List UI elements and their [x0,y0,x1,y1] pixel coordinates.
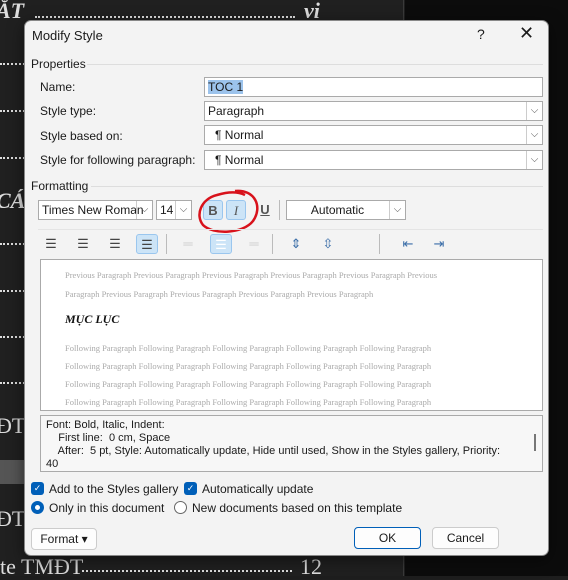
bg-text: ĐT [0,413,26,438]
font-color-select[interactable]: Automatic ⌵ [286,200,406,220]
style-preview: Previous Paragraph Previous Paragraph Pr… [40,259,543,411]
size-value: 14 [160,203,174,217]
bg-dots [0,336,25,338]
chevron-down-icon: ⌵ [526,151,542,169]
based-on-label: Style based on: [40,129,123,143]
name-value: TOC 1 [208,80,244,94]
following-select[interactable]: ¶ Normal ⌵ [204,150,543,170]
following-paragraph: Following Paragraph Following Paragraph … [65,343,432,353]
chevron-down-icon: ⌵ [175,201,191,219]
bg-text: CÁ [0,188,26,213]
close-button[interactable]: ✕ [519,23,534,44]
decrease-paragraph-spacing-icon[interactable]: ⇳ [317,234,339,254]
justify-icon[interactable]: ☰ [136,234,158,254]
separator [379,234,380,254]
following-label: Style for following paragraph: [40,153,196,167]
decrease-indent-icon[interactable]: ⇤ [397,234,419,254]
chevron-down-icon: ⌵ [389,201,405,219]
double-spacing-icon[interactable]: ═ [243,234,265,254]
font-color-value: Automatic [310,203,365,217]
auto-update-checkbox[interactable]: ✓ [184,482,197,495]
add-gallery-label: Add to the Styles gallery [49,482,179,496]
formatting-heading: Formatting [31,179,89,193]
name-label: Name: [40,80,76,94]
bg-dots [0,382,25,384]
separator [272,234,273,254]
description-line: 40 [46,458,59,470]
bg-dots [0,110,25,112]
increase-paragraph-spacing-icon[interactable]: ⇕ [285,234,307,254]
chevron-down-icon: ⌵ [526,102,542,120]
previous-paragraph: Paragraph Previous Paragraph Previous Pa… [65,289,374,299]
font-select[interactable]: Times New Roman ⌵ [38,200,153,220]
only-doc-label: Only in this document [49,501,165,515]
format-button[interactable]: Format ▾ [31,528,97,550]
style-type-label: Style type: [40,104,97,118]
properties-heading: Properties [31,57,86,71]
following-value: ¶ Normal [215,153,264,167]
separator [166,234,167,254]
help-button[interactable]: ? [477,26,485,42]
cancel-button[interactable]: Cancel [432,527,499,549]
bg-text: te TMĐT [0,554,84,579]
following-paragraph: Following Paragraph Following Paragraph … [65,361,432,371]
previous-paragraph: Previous Paragraph Previous Paragraph Pr… [65,270,438,280]
bg-dots [35,16,295,18]
sample-text: MỤC LỤC [65,312,120,326]
separator [279,200,280,220]
modify-style-dialog: Modify Style ? ✕ Properties Name: TOC 1 … [24,20,549,556]
bg-dots [82,570,292,572]
single-spacing-icon[interactable]: ═ [177,234,199,254]
chevron-down-icon: ⌵ [136,201,152,219]
description-line: First line: 0 cm, Space [46,432,171,444]
based-on-select[interactable]: ¶ Normal ⌵ [204,125,543,145]
description-line: Font: Bold, Italic, Indent: [46,419,165,431]
dialog-title: Modify Style [32,28,103,43]
following-paragraph: Following Paragraph Following Paragraph … [65,397,432,407]
increase-indent-icon[interactable]: ⇥ [428,234,450,254]
based-on-value: ¶ Normal [215,128,264,142]
name-input[interactable]: TOC 1 [204,77,543,97]
bg-heading-text: ẮT [0,0,25,23]
font-value: Times New Roman [42,203,144,217]
align-right-icon[interactable]: ☰ [104,234,126,254]
style-description: Font: Bold, Italic, Indent: First line: … [40,415,543,472]
bg-highlight [0,460,25,484]
only-doc-radio[interactable] [31,501,44,514]
bg-dots [0,290,25,292]
bg-dots [0,243,25,245]
description-line: After: 5 pt, Style: Automatically update… [46,445,501,457]
divider [91,186,543,187]
new-docs-label: New documents based on this template [192,501,403,515]
align-center-icon[interactable]: ☰ [72,234,94,254]
bg-dots [0,63,25,65]
one-half-spacing-icon[interactable]: ☰ [210,234,232,254]
bg-page-number: 12 [300,554,322,579]
bg-dots [0,157,25,159]
align-left-icon[interactable]: ☰ [40,234,62,254]
auto-update-label: Automatically update [202,482,314,496]
size-select[interactable]: 14 ⌵ [156,200,192,220]
ok-button[interactable]: OK [354,527,421,549]
style-type-value: Paragraph [208,104,265,118]
style-type-select[interactable]: Paragraph ⌵ [204,101,543,121]
new-docs-radio[interactable] [174,501,187,514]
divider [38,229,543,230]
add-gallery-checkbox[interactable]: ✓ [31,482,44,495]
chevron-down-icon: ⌵ [526,126,542,144]
divider [87,64,543,65]
scrollbar[interactable] [534,434,536,451]
following-paragraph: Following Paragraph Following Paragraph … [65,379,432,389]
